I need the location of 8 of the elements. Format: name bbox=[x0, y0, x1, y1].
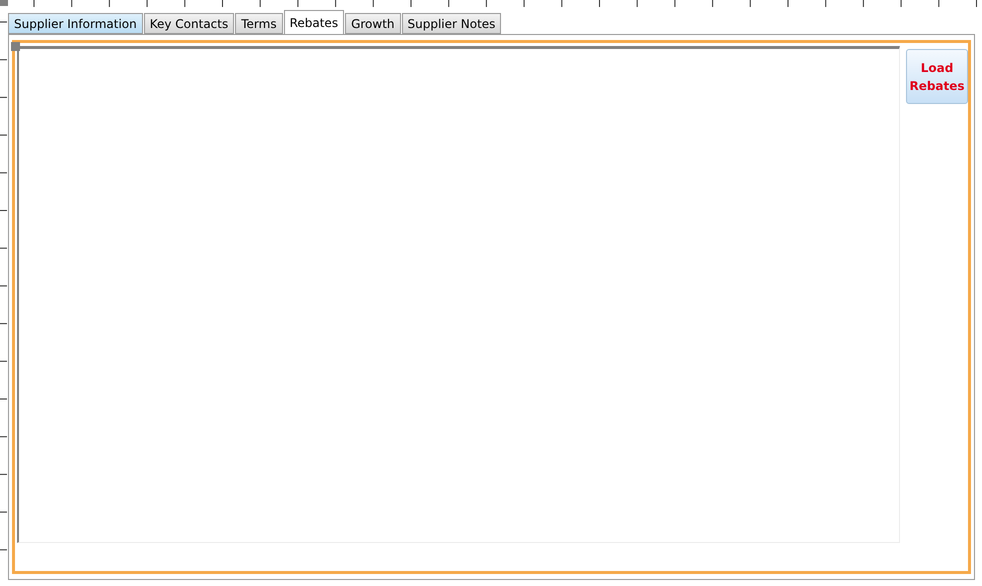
tab[interactable]: Supplier Notes bbox=[402, 13, 502, 34]
move-handle[interactable] bbox=[11, 42, 20, 51]
tab[interactable]: Rebates bbox=[284, 10, 344, 34]
load-rebates-button[interactable]: Load Rebates bbox=[906, 49, 968, 104]
tab[interactable]: Terms bbox=[235, 13, 283, 34]
tab[interactable]: Supplier Information bbox=[8, 13, 143, 34]
tab[interactable]: Growth bbox=[345, 13, 401, 34]
tab[interactable]: Key Contacts bbox=[144, 13, 234, 34]
